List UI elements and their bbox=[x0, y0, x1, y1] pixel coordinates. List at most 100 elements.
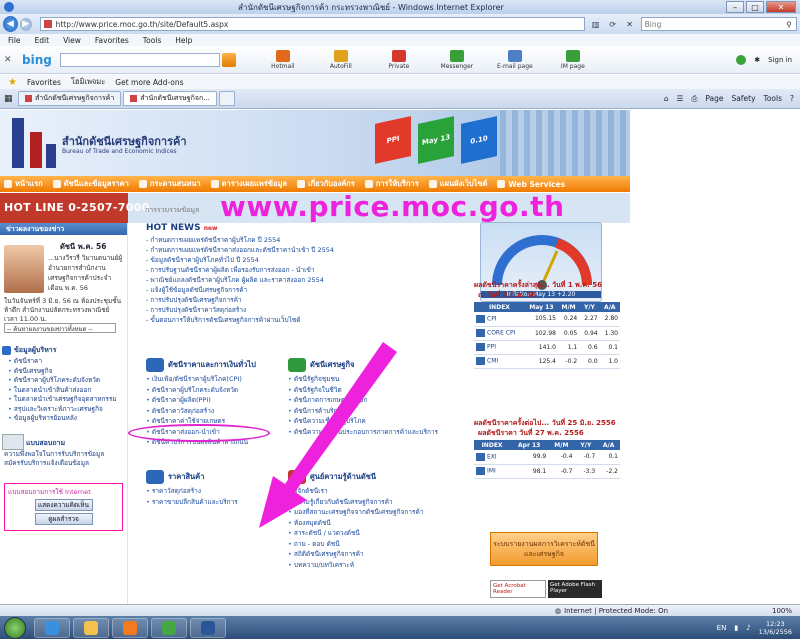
forward-button[interactable]: ▶ bbox=[19, 17, 32, 31]
hot-news-link[interactable]: กำหนดการเผยแพร่ดัชนีราคาผู้บริโภค ปี 255… bbox=[146, 235, 466, 245]
executive-info-link[interactable]: ดัชนีเศรษฐกิจ bbox=[8, 367, 127, 377]
close-toolbar-icon[interactable]: ✕ bbox=[4, 55, 16, 65]
help-icon[interactable]: ? bbox=[790, 94, 794, 104]
comment-button[interactable]: แสดงความคิดเห็น bbox=[34, 498, 93, 511]
news-select[interactable]: -- ค้นหาผลงานของข่าวทั้งหมด -- bbox=[4, 323, 116, 333]
taskbar-media-button[interactable] bbox=[112, 617, 148, 638]
site-nav-item[interactable]: หน้าแรก bbox=[4, 178, 43, 190]
feeds-icon[interactable]: ☰ bbox=[677, 94, 684, 104]
tab-1[interactable]: สำนักดัชนีเศรษฐกิจการค้า bbox=[18, 91, 122, 106]
executive-info-link[interactable]: สรุปและวิเคราะห์ภาวะเศรษฐกิจ bbox=[8, 405, 127, 415]
hot-news-link[interactable]: การปรับปรุงดัชนีเศรษฐกิจการค้า bbox=[146, 295, 466, 305]
table-row[interactable]: PPI 141.0 1.1 0.6 0.1 bbox=[474, 340, 620, 355]
acrobat-reader-link[interactable]: Get Acrobat Reader bbox=[490, 580, 546, 598]
favorite-link-1[interactable]: โฮมิเพจมะ bbox=[71, 76, 105, 88]
menu-help[interactable]: Help bbox=[175, 36, 192, 45]
settings-icon[interactable]: ✱ bbox=[754, 56, 760, 64]
favorites-star-icon[interactable]: ★ bbox=[8, 77, 17, 88]
page-menu[interactable]: Page bbox=[705, 94, 723, 104]
executive-info-link[interactable]: ในตลาดนำเข้าสินค้าส่งออก bbox=[8, 386, 127, 396]
hot-news-link[interactable]: ขั้นตอนการให้บริการดัชนีเศรษฐกิจการค้าผ่… bbox=[146, 315, 466, 325]
knowledge-link[interactable]: สถิติดัชนีเศรษฐกิจการค้า bbox=[288, 549, 468, 560]
shield-icon[interactable] bbox=[736, 54, 747, 65]
bing-toolbar-item[interactable]: AutoFill bbox=[314, 49, 368, 70]
print-icon[interactable]: ⎙ bbox=[691, 94, 697, 104]
executive-info-link[interactable]: ในตลาดนำเข้าเศรษฐกิจอุตสาหกรรม bbox=[8, 395, 127, 405]
url-input[interactable]: http://www.price.moc.go.th/site/Default5… bbox=[39, 17, 585, 31]
safety-menu[interactable]: Safety bbox=[732, 94, 756, 104]
refresh-icon[interactable]: ⟳ bbox=[606, 17, 620, 31]
bing-search-input[interactable] bbox=[59, 52, 220, 67]
favorites-button[interactable]: Favorites bbox=[27, 78, 61, 87]
minimize-button[interactable]: – bbox=[726, 1, 744, 13]
knowledge-link[interactable]: ถาม - ตอบ ดัชนี bbox=[288, 539, 468, 550]
bing-toolbar-item[interactable]: E-mail page bbox=[488, 49, 542, 70]
home-icon[interactable]: ⌂ bbox=[664, 94, 669, 104]
volume-icon[interactable]: ♪ bbox=[746, 624, 750, 632]
favorite-link-2[interactable]: Get more Add-ons bbox=[115, 78, 183, 87]
search-input[interactable]: Bing ⚲ bbox=[640, 17, 797, 31]
site-nav-item[interactable]: การให้บริการ bbox=[364, 178, 419, 190]
table-row[interactable]: CMI 125.4 -0.2 0.0 1.0 bbox=[474, 354, 620, 369]
start-button[interactable] bbox=[4, 616, 26, 639]
site-nav-item[interactable]: กระดานสนทนา bbox=[138, 178, 201, 190]
menu-file[interactable]: File bbox=[8, 36, 21, 45]
site-nav-item[interactable]: ตารางเผยแพร่ข้อมูล bbox=[210, 178, 287, 190]
tab-2[interactable]: สำนักดัชนีเศรษฐกิจก... bbox=[123, 91, 217, 106]
hot-news-link[interactable]: กำหนดการเผยแพร่ดัชนีราคาส่งออกและดัชนีรา… bbox=[146, 245, 466, 255]
stop-icon[interactable]: ✕ bbox=[623, 17, 637, 31]
hot-news-link[interactable]: พาณิชย์แถลงดัชนีราคาผู้บริโภค ผู้ผลิต แล… bbox=[146, 275, 466, 285]
taskbar-explorer-button[interactable] bbox=[73, 617, 109, 638]
menu-tools[interactable]: Tools bbox=[143, 36, 161, 45]
table-row[interactable]: IMI 98.1 -0.7 -3.3 -2.2 bbox=[474, 464, 620, 479]
site-nav-item[interactable]: ดัชนีและข้อมูลราคา bbox=[52, 178, 129, 190]
clock[interactable]: 12:23 13/6/2556 bbox=[759, 620, 792, 636]
zoom-level[interactable]: 100% bbox=[772, 607, 800, 615]
table-row[interactable]: CPI 105.15 0.24 2.27 2.80 bbox=[474, 312, 620, 327]
menu-view[interactable]: View bbox=[63, 36, 81, 45]
back-button[interactable]: ◀ bbox=[3, 16, 18, 32]
executive-info-link[interactable]: ข้อมูลผู้บริหารย้อนหลัง bbox=[8, 414, 127, 424]
knowledge-link[interactable]: บทความ/บทวิเคราะห์ bbox=[288, 560, 468, 571]
maximize-button[interactable]: □ bbox=[746, 1, 764, 13]
site-nav-item[interactable]: เกี่ยวกับองค์กร bbox=[297, 178, 355, 190]
site-nav-item[interactable]: แผนผังเว็บไซต์ bbox=[428, 178, 487, 190]
news-photo[interactable] bbox=[4, 245, 44, 293]
compat-view-icon[interactable]: ▥ bbox=[589, 17, 603, 31]
survey-link[interactable]: ความพึงพอใจในการรับบริการข้อมูล bbox=[4, 450, 127, 460]
network-icon[interactable]: ▮ bbox=[734, 624, 738, 632]
taskbar-chrome-button[interactable] bbox=[151, 617, 187, 638]
new-tab-button[interactable] bbox=[218, 91, 235, 106]
table-row[interactable]: CORE CPI 102.98 0.05 0.94 1.30 bbox=[474, 326, 620, 341]
site-nav-item[interactable]: Web Services bbox=[497, 180, 565, 189]
bing-toolbar-item[interactable]: Private bbox=[372, 49, 426, 70]
taskbar-ie-button[interactable] bbox=[34, 617, 70, 638]
tools-menu[interactable]: Tools bbox=[764, 94, 782, 104]
close-button[interactable]: ✕ bbox=[766, 1, 796, 13]
menu-favorites[interactable]: Favorites bbox=[95, 36, 129, 45]
executive-info-link[interactable]: ดัชนีราคา bbox=[8, 357, 127, 367]
search-icon[interactable]: ⚲ bbox=[782, 20, 796, 29]
table-row[interactable]: EXI 99.9 -0.4 -0.7 0.1 bbox=[474, 450, 620, 465]
tab-grid-icon[interactable]: ▦ bbox=[4, 94, 18, 104]
bing-toolbar-item[interactable]: IM page bbox=[546, 49, 600, 70]
bing-toolbar-item[interactable]: Hotmail bbox=[256, 49, 310, 70]
language-indicator[interactable]: EN bbox=[717, 624, 727, 632]
flash-player-link[interactable]: Get Adobe Flash Player bbox=[548, 580, 602, 598]
survey-link[interactable]: สมัครรับบริการแจ้งเตือนข้อมูล bbox=[4, 459, 127, 469]
bing-search-button[interactable] bbox=[221, 52, 236, 67]
executive-info-link[interactable]: ดัชนีราคาผู้บริโภคระดับจังหวัด bbox=[8, 376, 127, 386]
hot-news-link[interactable]: ข้อมูลดัชนีราคาผู้บริโภคทั่วไป ปี 2554 bbox=[146, 255, 466, 265]
hot-news-link[interactable]: แจ้งผู้ใช้ข้อมูลดัชนีเศรษฐกิจการค้า bbox=[146, 285, 466, 295]
menu-edit[interactable]: Edit bbox=[35, 36, 50, 45]
security-zone[interactable]: ◍ Internet | Protected Mode: On bbox=[555, 607, 668, 615]
bing-toolbar-item[interactable]: Messenger bbox=[430, 49, 484, 70]
site-logo-icon[interactable] bbox=[12, 118, 58, 168]
taskbar-word-button[interactable] bbox=[190, 617, 226, 638]
hot-news-link[interactable]: การปรับปรุงดัชนีราคาวัสดุก่อสร้าง bbox=[146, 305, 466, 315]
news-title[interactable]: ดัชนี พ.ค. 56 bbox=[60, 241, 106, 253]
view-results-button[interactable]: ดูผลสำรวจ bbox=[34, 512, 93, 525]
analysis-report-button[interactable]: ระบบรายงานผลการวิเคราะห์ดัชนีและเศรษฐกิจ bbox=[490, 532, 598, 566]
hot-news-link[interactable]: การปรับฐานดัชนีราคาผู้ผลิต เพื่อรองรับกา… bbox=[146, 265, 466, 275]
sign-in-link[interactable]: Sign in bbox=[768, 56, 792, 64]
